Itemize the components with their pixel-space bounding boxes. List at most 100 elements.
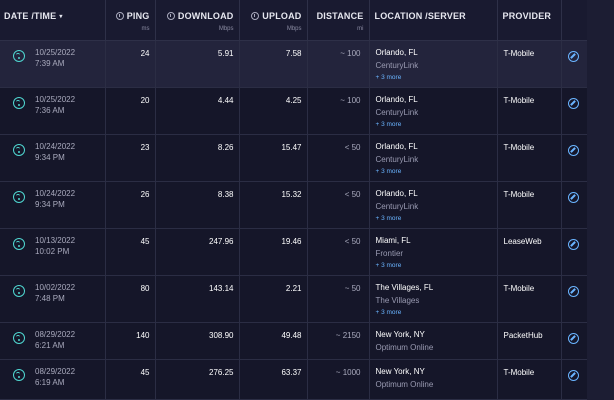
table-row[interactable]: 10/25/2022 7:39 AM 24 5.91 7.58 ~ 100 Or…	[0, 39, 614, 88]
distance-value: ~ 2150	[307, 322, 370, 360]
edit-icon[interactable]	[567, 285, 579, 297]
distance-value: < 50	[307, 134, 370, 182]
header-download-unit: Mbps	[218, 26, 234, 32]
ping-value: 80	[105, 275, 156, 323]
provider-value: LeaseWeb	[497, 228, 562, 276]
location-isp: Frontier	[375, 248, 404, 258]
ping-value: 24	[105, 39, 156, 88]
table-body: 10/25/2022 7:39 AM 24 5.91 7.58 ~ 100 Or…	[0, 39, 614, 400]
location-cell: Orlando, FL CenturyLink + 3 more	[369, 134, 498, 182]
download-value: 5.91	[155, 39, 240, 88]
more-servers-link[interactable]: + 3 more	[376, 72, 497, 83]
edit-cell	[561, 228, 588, 276]
download-value: 8.38	[155, 181, 240, 229]
edit-cell	[561, 359, 588, 400]
edit-cell	[561, 134, 588, 182]
location-isp: CenturyLink	[375, 154, 419, 164]
location-city: Orlando, FL	[375, 94, 418, 104]
wifi-icon	[13, 368, 25, 381]
distance-value: ~ 100	[307, 87, 370, 135]
location-city: Orlando, FL	[375, 188, 418, 198]
upload-value: 7.58	[239, 39, 308, 88]
date: 08/29/2022	[35, 329, 76, 339]
header-distance-unit: mi	[357, 26, 364, 32]
time: 7:39 AM	[35, 58, 65, 68]
more-servers-link[interactable]: + 3 more	[376, 166, 497, 177]
more-servers-link[interactable]: + 3 more	[376, 307, 497, 318]
header-upload[interactable]: UPLOAD Mbps	[239, 0, 308, 41]
location-cell: Orlando, FL CenturyLink + 3 more	[369, 87, 498, 135]
location-cell: Orlando, FL CenturyLink + 3 more	[369, 181, 498, 229]
header-ping-unit: ms	[141, 26, 150, 32]
download-value: 276.25	[155, 359, 240, 400]
table-row[interactable]: 10/25/2022 7:36 AM 20 4.44 4.25 ~ 100 Or…	[0, 87, 614, 135]
edit-cell	[561, 39, 588, 88]
date: 10/24/2022	[35, 141, 76, 151]
header-location[interactable]: LOCATION /SERVER	[369, 0, 498, 41]
header-date-time-label: DATE /TIME	[4, 11, 57, 21]
table-row[interactable]: 10/13/2022 10:02 PM 45 247.96 19.46 < 50…	[0, 228, 614, 276]
edit-icon[interactable]	[567, 191, 579, 203]
row-gutter	[0, 359, 13, 400]
time: 7:36 AM	[35, 105, 65, 115]
edit-icon[interactable]	[567, 97, 579, 109]
date-time-cell: 08/29/2022 6:19 AM	[13, 359, 106, 400]
location-city: Orlando, FL	[375, 47, 418, 57]
table-row[interactable]: 10/02/2022 7:48 PM 80 143.14 2.21 ~ 50 T…	[0, 275, 614, 323]
row-gutter	[0, 322, 13, 360]
table-row[interactable]: 10/24/2022 9:34 PM 26 8.38 15.32 < 50 Or…	[0, 181, 614, 229]
download-icon	[166, 12, 175, 20]
ping-value: 45	[105, 359, 156, 400]
distance-value: < 50	[307, 228, 370, 276]
provider-value: PacketHub	[497, 322, 562, 360]
location-city: New York, NY	[375, 366, 425, 376]
table-row[interactable]: 08/29/2022 6:21 AM 140 308.90 49.48 ~ 21…	[0, 322, 614, 360]
time: 7:48 PM	[35, 293, 65, 303]
provider-value: T-Mobile	[497, 181, 562, 229]
location-isp: Optimum Online	[375, 379, 434, 389]
location-isp: Optimum Online	[375, 342, 434, 352]
table-row[interactable]: 08/29/2022 6:19 AM 45 276.25 63.37 ~ 100…	[0, 359, 614, 400]
table-row[interactable]: 10/24/2022 9:34 PM 23 8.26 15.47 < 50 Or…	[0, 134, 614, 182]
row-gutter	[0, 275, 13, 323]
download-value: 247.96	[155, 228, 240, 276]
time: 10:02 PM	[35, 246, 70, 256]
more-servers-link[interactable]: + 3 more	[376, 119, 497, 130]
header-date-time[interactable]: DATE /TIME ▾	[0, 0, 106, 41]
upload-icon	[251, 12, 260, 20]
more-servers-link[interactable]: + 3 more	[376, 260, 497, 271]
date: 10/13/2022	[35, 235, 76, 245]
location-isp: CenturyLink	[375, 107, 419, 117]
row-gutter	[0, 228, 13, 276]
wifi-icon	[13, 284, 25, 297]
location-city: Orlando, FL	[375, 141, 418, 151]
header-actions	[561, 0, 588, 41]
header-ping[interactable]: PING ms	[105, 0, 156, 41]
sort-caret-icon: ▾	[59, 14, 63, 20]
edit-icon[interactable]	[567, 238, 579, 250]
date-time-cell: 08/29/2022 6:21 AM	[13, 322, 106, 360]
edit-icon[interactable]	[567, 144, 579, 156]
wifi-icon	[13, 143, 25, 156]
more-servers-link[interactable]: + 3 more	[376, 213, 497, 224]
edit-icon[interactable]	[567, 332, 579, 344]
date: 10/25/2022	[35, 47, 76, 57]
location-city: The Villages, FL	[375, 282, 434, 292]
edit-cell	[561, 322, 588, 360]
upload-value: 4.25	[239, 87, 308, 135]
row-gutter	[0, 181, 13, 229]
header-distance[interactable]: DISTANCE mi	[307, 0, 370, 41]
wifi-icon	[13, 96, 25, 109]
provider-value: T-Mobile	[497, 134, 562, 182]
edit-icon[interactable]	[567, 369, 579, 381]
ping-value: 140	[105, 322, 156, 360]
time: 9:34 PM	[35, 199, 65, 209]
location-city: Miami, FL	[375, 235, 411, 245]
date-time-cell: 10/25/2022 7:36 AM	[13, 87, 106, 135]
date: 10/25/2022	[35, 94, 76, 104]
header-download[interactable]: DOWNLOAD Mbps	[155, 0, 240, 41]
location-cell: Orlando, FL CenturyLink + 3 more	[369, 39, 498, 88]
upload-value: 2.21	[239, 275, 308, 323]
header-provider[interactable]: PROVIDER	[497, 0, 562, 41]
edit-icon[interactable]	[567, 50, 579, 62]
